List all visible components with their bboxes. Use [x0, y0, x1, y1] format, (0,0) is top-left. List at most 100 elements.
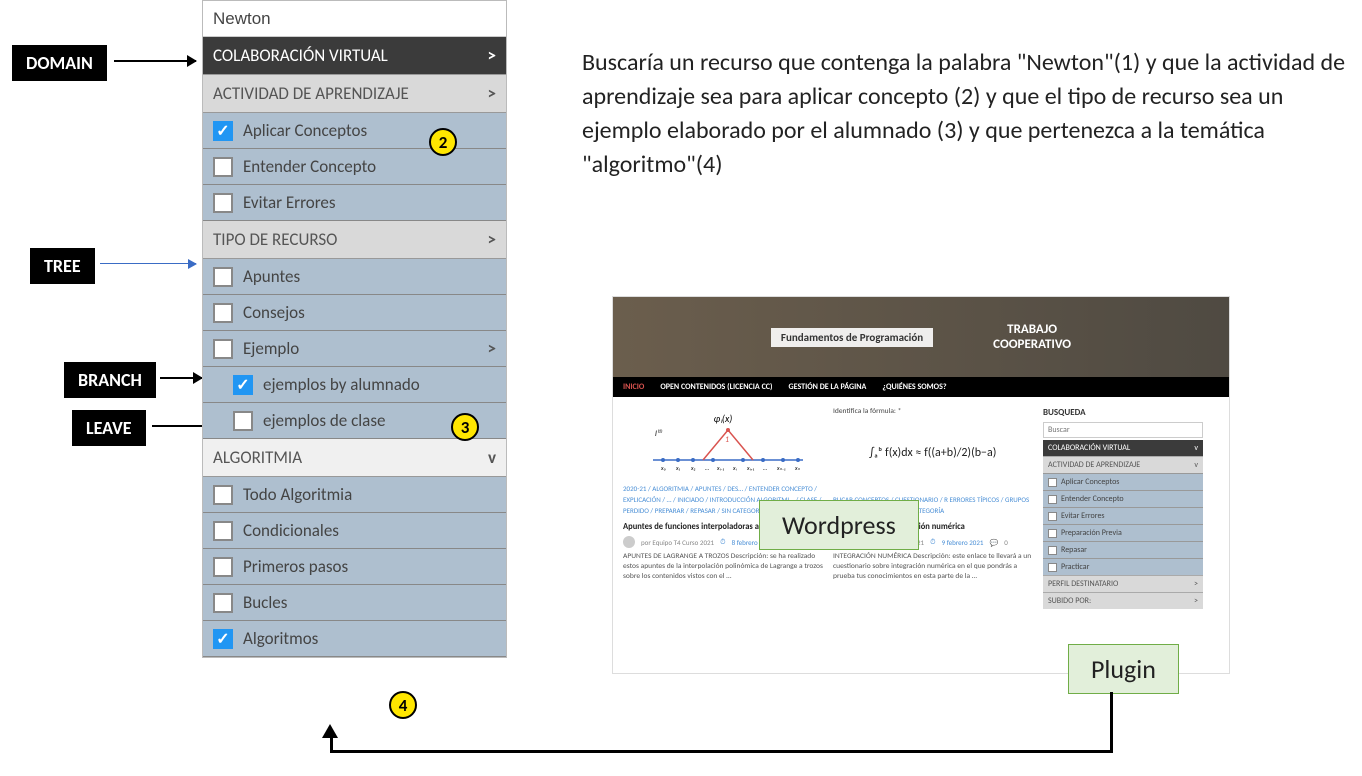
- item-label: Aplicar Conceptos: [243, 120, 367, 141]
- item-todo-algoritmia[interactable]: Todo Algoritmia: [203, 477, 506, 513]
- item-evitar-errores[interactable]: Evitar Errores: [203, 185, 506, 221]
- card2-excerpt: INTEGRACIÓN NUMÉRICA Descripción: este e…: [833, 552, 1033, 582]
- item-entender-concepto[interactable]: Entender Concepto: [203, 149, 506, 185]
- item-aplicar-conceptos[interactable]: Aplicar Conceptos: [203, 113, 506, 149]
- item-apuntes[interactable]: Apuntes: [203, 259, 506, 295]
- checkbox-icon[interactable]: [1048, 563, 1057, 572]
- sm-item-preparacion[interactable]: Preparación Previa: [1043, 524, 1203, 541]
- checkbox-icon[interactable]: [213, 593, 233, 613]
- svg-text:1: 1: [725, 435, 729, 445]
- svg-text:l⁽¹⁾: l⁽¹⁾: [655, 428, 663, 439]
- sm-item-practicar[interactable]: Practicar: [1043, 558, 1203, 575]
- marker-4: 4: [389, 691, 417, 719]
- item-condicionales[interactable]: Condicionales: [203, 513, 506, 549]
- checkbox-icon[interactable]: [213, 521, 233, 541]
- nav-inicio[interactable]: INICIO: [623, 382, 644, 392]
- checkbox-checked-icon[interactable]: [233, 375, 253, 395]
- sm-item-aplicar[interactable]: Aplicar Conceptos: [1043, 473, 1203, 490]
- item-label: Evitar Errores: [243, 192, 336, 213]
- checkbox-icon[interactable]: [213, 557, 233, 577]
- checkbox-icon[interactable]: [213, 193, 233, 213]
- header-algoritmia[interactable]: ALGORITMIA v: [203, 439, 506, 477]
- checkbox-icon[interactable]: [213, 267, 233, 287]
- sm-label: Evitar Errores: [1061, 511, 1105, 521]
- connector-arrow: [1110, 692, 1113, 752]
- branch-label: BRANCH: [64, 362, 156, 398]
- checkbox-icon[interactable]: [213, 339, 233, 359]
- item-label: Algoritmos: [243, 628, 318, 649]
- header-actividad-label: ACTIVIDAD DE APRENDIZAJE: [213, 83, 409, 104]
- sm-item-entender[interactable]: Entender Concepto: [1043, 490, 1203, 507]
- item-ejemplo[interactable]: Ejemplo>: [203, 331, 506, 367]
- plugin-label: Plugin: [1068, 644, 1179, 694]
- chevron-right-icon: >: [1194, 596, 1198, 606]
- sm-label: Preparación Previa: [1061, 528, 1122, 538]
- banner-coop: TRABAJO COOPERATIVO: [993, 322, 1071, 352]
- sidebar-search-input[interactable]: Buscar: [1043, 422, 1203, 438]
- sm-label: Aplicar Conceptos: [1061, 477, 1119, 487]
- sm-h4-label: SUBIDO POR:: [1048, 596, 1091, 606]
- connector-arrow: [330, 750, 1113, 753]
- site-nav: INICIO OPEN CONTENIDOS (LICENCIA CC) GES…: [613, 377, 1229, 397]
- site-body: φᵢ(x) l⁽¹⁾ 1 x₀x₁x₂ …xᵢ₋₁xᵢ xᵢ₊₁…xₙ₋₁xₙ …: [613, 397, 1229, 619]
- checkbox-icon[interactable]: [1048, 529, 1057, 538]
- chevron-right-icon: >: [488, 83, 496, 104]
- phi-plot-icon: φᵢ(x) l⁽¹⁾ 1 x₀x₁x₂ …xᵢ₋₁xᵢ xᵢ₊₁…xₙ₋₁xₙ: [633, 412, 813, 472]
- header-algoritmia-label: ALGORITMIA: [213, 447, 302, 468]
- card2-formula: ∫ₐᵇ f(x)dx ≈ f((a+b)/2)(b−a): [833, 418, 1033, 488]
- svg-text:xᵢ: xᵢ: [732, 464, 738, 472]
- checkbox-icon[interactable]: [213, 157, 233, 177]
- checkbox-checked-icon[interactable]: [213, 629, 233, 649]
- sm-header-perfil[interactable]: PERFIL DESTINATARIO>: [1043, 575, 1203, 592]
- arrow-up-icon: [322, 724, 338, 738]
- nav-gestion[interactable]: GESTIÓN DE LA PÁGINA: [789, 382, 867, 392]
- chevron-down-icon: v: [488, 447, 496, 468]
- chevron-down-icon: v: [1194, 443, 1198, 453]
- svg-text:x₂: x₂: [690, 464, 696, 472]
- item-consejos[interactable]: Consejos: [203, 295, 506, 331]
- sidebar-title: BUSQUEDA: [1043, 407, 1203, 418]
- header-actividad[interactable]: ACTIVIDAD DE APRENDIZAJE >: [203, 75, 506, 113]
- marker-2: 2: [429, 128, 457, 156]
- checkbox-icon[interactable]: [1048, 512, 1057, 521]
- chevron-right-icon: >: [488, 45, 496, 66]
- tree-label: TREE: [30, 248, 95, 284]
- sm-header-colab[interactable]: COLABORACIÓN VIRTUALv: [1043, 440, 1203, 456]
- svg-text:x₀: x₀: [660, 464, 666, 472]
- sm-item-repasar[interactable]: Repasar: [1043, 541, 1203, 558]
- sm-label: Practicar: [1061, 562, 1089, 572]
- item-ejemplos-alumnado[interactable]: ejemplos by alumnado: [203, 367, 506, 403]
- checkbox-checked-icon[interactable]: [213, 121, 233, 141]
- sm-header-actividad[interactable]: ACTIVIDAD DE APRENDIZAJEv: [1043, 456, 1203, 473]
- item-bucles[interactable]: Bucles: [203, 585, 506, 621]
- header-colab[interactable]: COLABORACIÓN VIRTUAL >: [203, 37, 506, 75]
- checkbox-icon[interactable]: [213, 485, 233, 505]
- sm-item-evitar[interactable]: Evitar Errores: [1043, 507, 1203, 524]
- arrow-tree: [100, 263, 196, 264]
- item-primeros-pasos[interactable]: Primeros pasos: [203, 549, 506, 585]
- nav-quienes[interactable]: ¿QUIÉNES SOMOS?: [882, 382, 946, 392]
- item-algoritmos[interactable]: Algoritmos: [203, 621, 506, 657]
- description-text: Buscaría un recurso que contenga la pala…: [582, 46, 1352, 182]
- chevron-right-icon: >: [488, 229, 496, 250]
- header-tipo[interactable]: TIPO DE RECURSO >: [203, 221, 506, 259]
- checkbox-icon[interactable]: [213, 303, 233, 323]
- nav-open-contenidos[interactable]: OPEN CONTENIDOS (LICENCIA CC): [660, 382, 772, 392]
- sm-header-subido[interactable]: SUBIDO POR: >: [1043, 592, 1203, 609]
- checkbox-icon[interactable]: [1048, 546, 1057, 555]
- checkbox-icon[interactable]: [1048, 478, 1057, 487]
- item-label: Ejemplo: [243, 338, 299, 359]
- item-label: ejemplos de clase: [263, 410, 385, 431]
- header-colab-label: COLABORACIÓN VIRTUAL: [213, 45, 388, 66]
- search-input[interactable]: [203, 1, 506, 37]
- sm-h3-label: PERFIL DESTINATARIO: [1048, 579, 1118, 589]
- checkbox-icon[interactable]: [1048, 495, 1057, 504]
- arrow-branch: [160, 377, 202, 379]
- checkbox-icon[interactable]: [233, 411, 253, 431]
- arrow-domain: [114, 60, 196, 62]
- svg-text:xₙ₋₁: xₙ₋₁: [776, 464, 786, 472]
- svg-text:x₁: x₁: [675, 464, 681, 472]
- marker-3: 3: [451, 413, 479, 441]
- header-tipo-label: TIPO DE RECURSO: [213, 229, 337, 250]
- card2-comments: 0: [1004, 538, 1008, 547]
